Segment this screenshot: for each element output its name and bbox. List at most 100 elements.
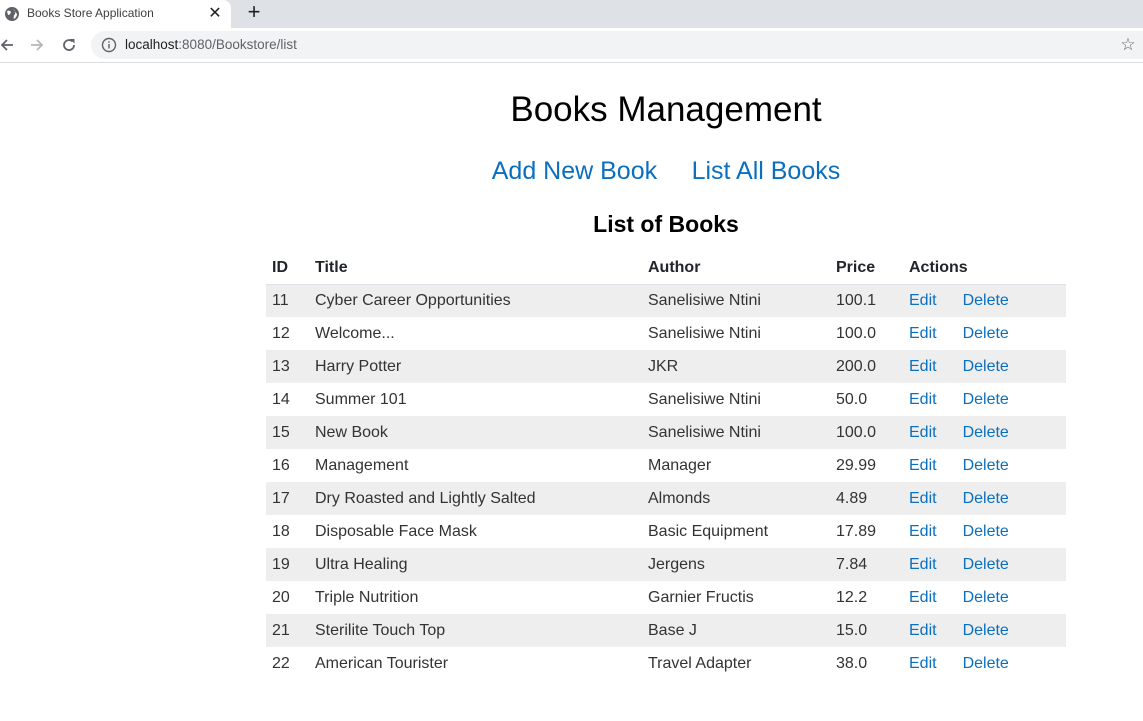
page-nav: Add New Book List All Books [380,154,952,192]
cell-id: 18 [272,522,290,540]
edit-link[interactable]: Edit [909,292,937,309]
cell-price: 15.0 [836,621,868,639]
cell-title: Management [315,456,409,474]
cell-id: 12 [272,324,290,342]
cell-actions: Edit Delete [903,416,1066,449]
table-row: 20 Triple Nutrition Garnier Fructis 12.2 Edi… [266,581,1066,614]
cell-id: 16 [272,456,290,474]
delete-link[interactable]: Delete [963,457,1009,474]
cell-price: 17.89 [836,522,877,540]
table-body: 11 Cyber Career Opportunities Sanelisiwe N… [266,284,1066,680]
back-arrow-icon[interactable] [0,32,20,58]
add-new-book-link[interactable]: Add New Book [492,157,657,185]
cell-author: Basic Equipment [648,522,769,540]
delete-link[interactable]: Delete [963,556,1009,573]
cell-author: Sanelisiwe Ntini [648,324,761,342]
table-row: 21 Sterilite Touch Top Base J 15.0 Edit Delet… [266,614,1066,647]
cell-author: Manager [648,456,712,474]
info-icon[interactable] [101,37,117,53]
cell-title: Welcome... [315,324,395,342]
list-title: List of Books [593,211,739,237]
cell-id: 15 [272,423,290,441]
cell-title: Sterilite Touch Top [315,621,446,639]
forward-arrow-icon[interactable] [24,32,50,58]
table-row: 17 Dry Roasted and Lightly Salted Almonds 4… [266,482,1066,515]
cell-title: Summer 101 [315,390,407,408]
edit-link[interactable]: Edit [909,556,937,573]
table-row: 14 Summer 101 Sanelisiwe Ntini 50.0 Edit Dele… [266,383,1066,416]
browser-toolbar: localhost:8080/Bookstore/list ☆ [0,28,1143,63]
delete-link[interactable]: Delete [963,655,1009,672]
tab-strip: Books Store Application ✕ + [0,0,1143,28]
edit-link[interactable]: Edit [909,589,937,606]
edit-link[interactable]: Edit [909,325,937,342]
browser-tab[interactable]: Books Store Application ✕ [0,0,231,28]
cell-title: Harry Potter [315,357,402,375]
cell-author: Garnier Fructis [648,588,754,606]
cell-author: Travel Adapter [648,654,752,672]
edit-link[interactable]: Edit [909,622,937,639]
table-row: 22 American Tourister Travel Adapter 38.0 Ed… [266,647,1066,680]
new-tab-icon[interactable]: + [242,0,266,24]
cell-price: 29.99 [836,456,877,474]
cell-actions: Edit Delete [903,449,1066,482]
edit-link[interactable]: Edit [909,424,937,441]
cell-price: 7.84 [836,555,868,573]
edit-link[interactable]: Edit [909,523,937,540]
cell-title: Dry Roasted and Lightly Salted [315,489,536,507]
cell-author: Sanelisiwe Ntini [648,423,761,441]
cell-id: 13 [272,357,290,375]
header-title: Title [309,252,642,285]
cell-author: Base J [648,621,697,639]
edit-link[interactable]: Edit [909,391,937,408]
cell-author: Sanelisiwe Ntini [648,291,761,309]
cell-id: 17 [272,489,290,507]
delete-link[interactable]: Delete [963,424,1009,441]
table-row: 19 Ultra Healing Jergens 7.84 Edit Delete [266,548,1066,581]
delete-link[interactable]: Delete [963,358,1009,375]
cell-id: 14 [272,390,290,408]
edit-link[interactable]: Edit [909,490,937,507]
cell-author: Almonds [648,489,711,507]
cell-title: American Tourister [315,654,449,672]
cell-price: 4.89 [836,489,868,507]
cell-author: Jergens [648,555,705,573]
delete-link[interactable]: Delete [963,391,1009,408]
close-tab-icon[interactable]: ✕ [204,2,226,24]
header-price: Price [830,252,903,285]
cell-actions: Edit Delete [903,284,1066,317]
bookmark-star-icon[interactable]: ☆ [1118,35,1138,55]
url-text[interactable]: localhost:8080/Bookstore/list [125,37,297,52]
edit-link[interactable]: Edit [909,457,937,474]
delete-link[interactable]: Delete [963,325,1009,342]
reload-icon[interactable] [56,32,82,58]
cell-actions: Edit Delete [903,482,1066,515]
cell-actions: Edit Delete [903,317,1066,350]
cell-actions: Edit Delete [903,515,1066,548]
cell-price: 50.0 [836,390,868,408]
delete-link[interactable]: Delete [963,589,1009,606]
cell-id: 22 [272,654,290,672]
cell-title: New Book [315,423,388,441]
cell-id: 20 [272,588,290,606]
cell-id: 21 [272,621,290,639]
delete-link[interactable]: Delete [963,292,1009,309]
table-row: 15 New Book Sanelisiwe Ntini 100.0 Edit Delet… [266,416,1066,449]
books-table: ID Title Author Price Actions 11 Cyber Ca… [266,252,1066,680]
header-actions: Actions [903,252,1066,285]
edit-link[interactable]: Edit [909,358,937,375]
cell-title: Ultra Healing [315,555,408,573]
cell-price: 12.2 [836,588,868,606]
cell-title: Cyber Career Opportunities [315,291,511,309]
table-row: 12 Welcome... Sanelisiwe Ntini 100.0 Edit Del… [266,317,1066,350]
delete-link[interactable]: Delete [963,490,1009,507]
delete-link[interactable]: Delete [963,622,1009,639]
cell-id: 11 [272,291,289,309]
cell-title: Disposable Face Mask [315,522,477,540]
address-bar[interactable]: localhost:8080/Bookstore/list ☆ [91,31,1143,59]
edit-link[interactable]: Edit [909,655,937,672]
table-row: 18 Disposable Face Mask Basic Equipment 17.… [266,515,1066,548]
delete-link[interactable]: Delete [963,523,1009,540]
cell-price: 200.0 [836,357,877,375]
list-all-books-link[interactable]: List All Books [692,157,841,185]
